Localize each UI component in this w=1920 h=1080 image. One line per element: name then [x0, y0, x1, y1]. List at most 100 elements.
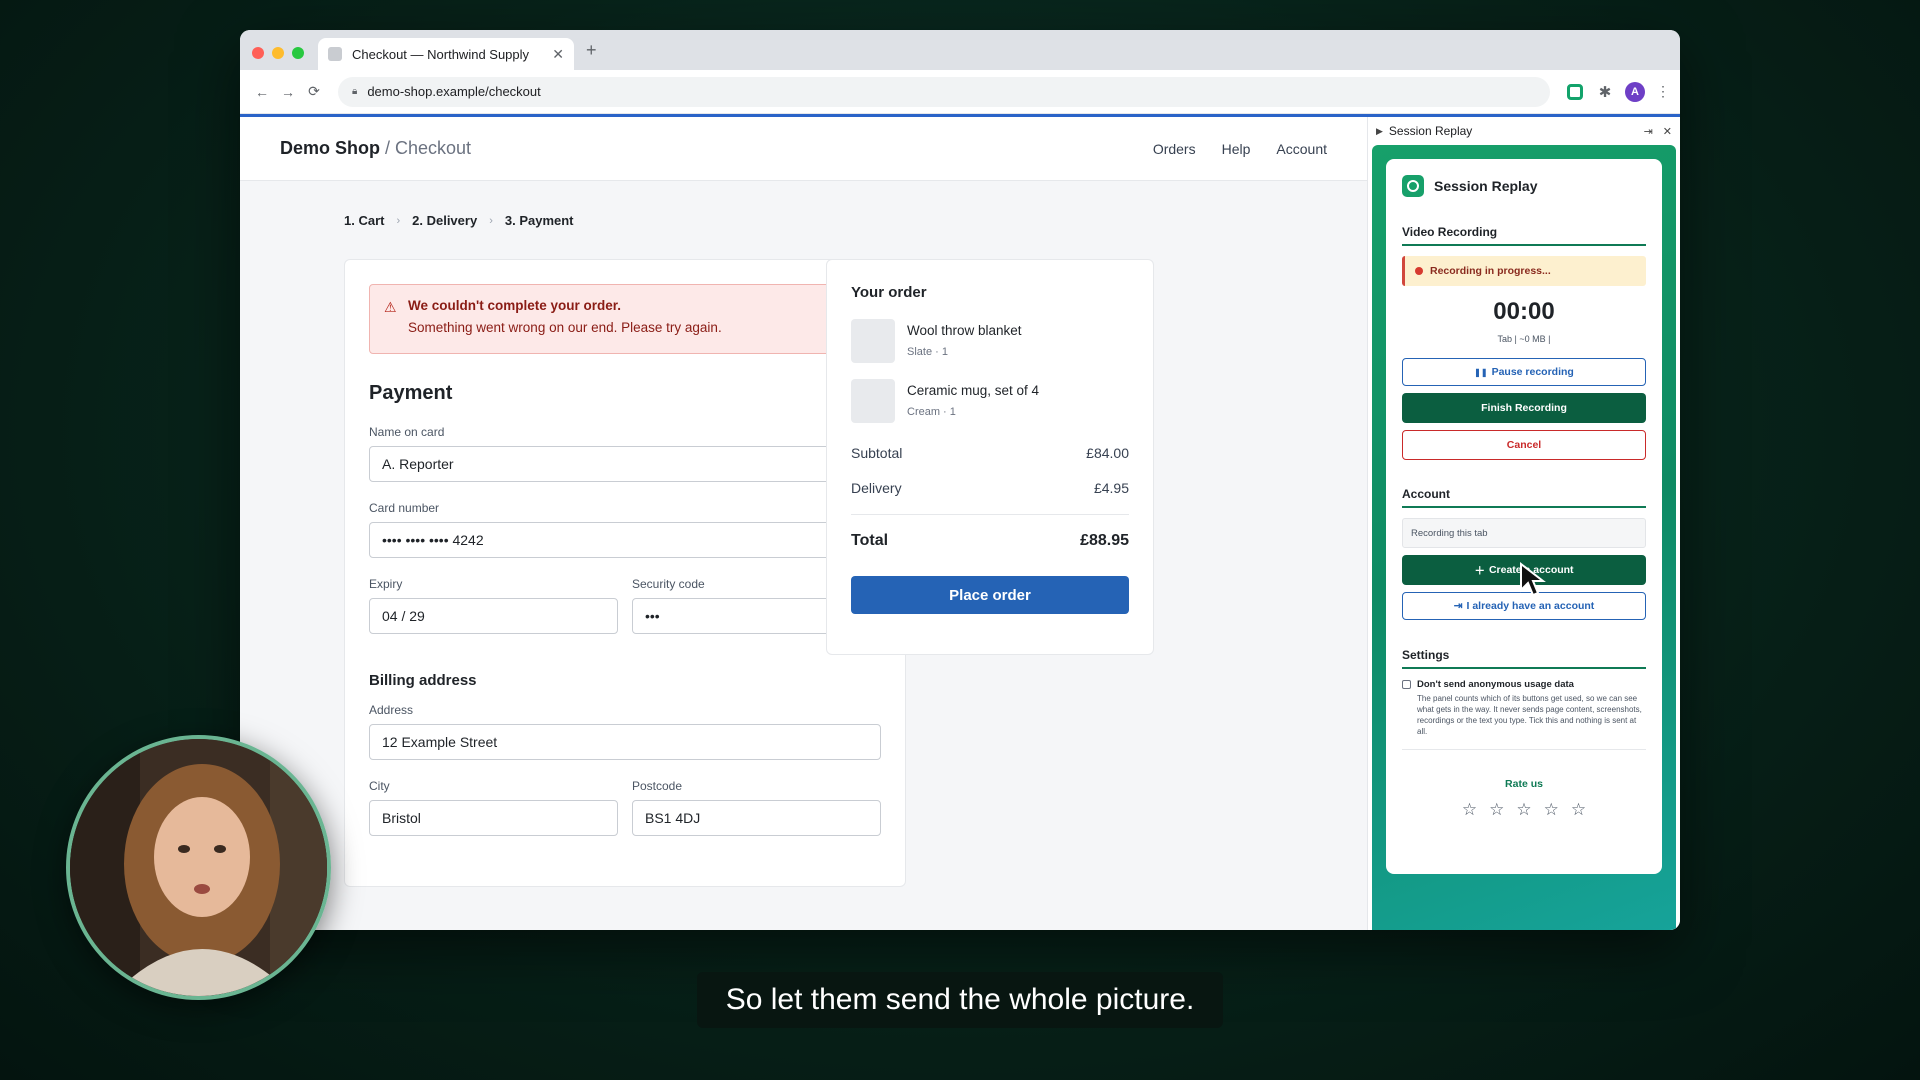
brand-name: Demo Shop — [280, 138, 381, 158]
postcode-label: Postcode — [632, 779, 683, 793]
session-replay-logo-icon — [1402, 175, 1424, 197]
sr-header: Session Replay — [1402, 175, 1646, 197]
nav-orders[interactable]: Orders — [1153, 141, 1196, 157]
total-value: £88.95 — [1080, 532, 1129, 549]
name-on-card-label: Name on card — [369, 425, 445, 439]
session-replay-extension-icon[interactable] — [1560, 77, 1590, 107]
star-icon[interactable]: ☆ — [1516, 800, 1531, 820]
nav-account[interactable]: Account — [1276, 141, 1327, 157]
delivery-row: Delivery £4.95 — [851, 480, 1129, 496]
warning-icon: ⚠ — [384, 299, 397, 315]
usage-data-setting: Don't send anonymous usage data The pane… — [1402, 679, 1646, 737]
delivery-value: £4.95 — [1093, 480, 1129, 496]
step-delivery[interactable]: 2. Delivery — [412, 213, 477, 228]
video-recording-heading: Video Recording — [1402, 225, 1646, 246]
checkout-steps: 1. Cart › 2. Delivery › 3. Payment — [344, 213, 574, 228]
rating-stars: ☆ ☆ ☆ ☆ ☆ — [1402, 800, 1646, 820]
pause-recording-button[interactable]: ❚❚ Pause recording — [1402, 358, 1646, 386]
settings-divider — [1402, 749, 1646, 750]
recording-dot-icon — [1415, 267, 1423, 275]
chevron-right-icon: › — [396, 214, 401, 227]
tab-title: Checkout — Northwind Supply — [352, 46, 530, 62]
pause-label: Pause recording — [1491, 366, 1574, 378]
usage-data-checkbox[interactable] — [1402, 680, 1411, 689]
browser-tab[interactable]: Checkout — Northwind Supply ✕ — [318, 38, 574, 70]
name-on-card-input[interactable]: A. Reporter — [369, 446, 881, 482]
item-name: Ceramic mug, set of 4 — [907, 383, 1040, 398]
address-bar[interactable]: 🔒︎ demo-shop.example/checkout — [338, 76, 1550, 107]
order-title: Your order — [851, 284, 927, 301]
new-tab-button[interactable]: + — [586, 40, 597, 61]
site-brand[interactable]: Demo Shop / Checkout — [280, 138, 471, 159]
expiry-input[interactable]: 04 / 29 — [369, 598, 618, 634]
place-order-button[interactable]: Place order — [851, 576, 1129, 614]
pause-icon: ❚❚ — [1474, 367, 1488, 377]
delivery-label: Delivery — [851, 480, 902, 496]
usage-data-title: Don't send anonymous usage data — [1417, 679, 1574, 690]
reload-icon[interactable]: ⟳ — [302, 83, 326, 100]
billing-heading: Billing address — [369, 672, 477, 689]
recording-timer: 00:00 — [1493, 298, 1555, 325]
expiry-label: Expiry — [369, 577, 403, 591]
cancel-recording-button[interactable]: Cancel — [1402, 430, 1646, 460]
lock-icon: 🔒︎ — [352, 86, 358, 97]
forward-icon[interactable]: → — [276, 84, 300, 100]
account-status-field: Recording this tab — [1402, 518, 1646, 548]
order-summary-card: Your order Wool throw blanket Slate · 1 … — [826, 259, 1154, 655]
star-icon[interactable]: ☆ — [1544, 800, 1559, 820]
rate-us-label: Rate us — [1505, 778, 1543, 790]
star-icon[interactable]: ☆ — [1571, 800, 1586, 820]
address-input[interactable]: 12 Example Street — [369, 724, 881, 760]
minimize-window-button[interactable] — [272, 47, 284, 59]
tab-bar: Checkout — Northwind Supply ✕ + — [240, 30, 1680, 70]
summary-divider — [851, 514, 1129, 515]
presenter-image — [70, 739, 327, 996]
card-number-label: Card number — [369, 501, 440, 515]
maximize-window-button[interactable] — [292, 47, 304, 59]
pin-icon[interactable]: ⇥ — [1644, 125, 1653, 138]
nav-help[interactable]: Help — [1222, 141, 1251, 157]
expand-triangle-icon[interactable]: ▶ — [1376, 126, 1383, 137]
finish-recording-button[interactable]: Finish Recording — [1402, 393, 1646, 423]
city-label: City — [369, 779, 390, 793]
error-alert: ⚠ We couldn't complete your order. Somet… — [369, 284, 881, 354]
site-nav: Orders Help Account — [1153, 141, 1327, 157]
alert-title: We couldn't complete your order. — [408, 298, 621, 313]
webcam-presenter-video — [66, 735, 331, 1000]
card-number-input[interactable]: •••• •••• •••• 4242 — [369, 522, 881, 558]
url-text: demo-shop.example/checkout — [367, 84, 541, 99]
back-icon[interactable]: ← — [250, 84, 274, 100]
item-thumbnail — [851, 379, 895, 423]
site-header: Demo Shop / Checkout Orders Help Account — [240, 117, 1367, 181]
plus-icon: ＋ — [1474, 564, 1485, 577]
close-panel-icon[interactable]: ✕ — [1663, 125, 1672, 138]
brand-crumb: / Checkout — [380, 138, 472, 158]
sr-title: Session Replay — [1434, 178, 1538, 194]
session-replay-side-panel: ▶ Session Replay ⇥ ✕ Session Replay Vide… — [1367, 117, 1680, 930]
favicon-icon — [328, 47, 342, 61]
total-row: Total £88.95 — [851, 532, 1129, 550]
account-heading: Account — [1402, 487, 1646, 508]
step-cart[interactable]: 1. Cart — [344, 213, 384, 228]
step-payment[interactable]: 3. Payment — [505, 213, 574, 228]
browser-menu-icon[interactable]: ⋮ — [1656, 83, 1670, 100]
subtotal-value: £84.00 — [1086, 445, 1129, 461]
side-panel-title: Session Replay — [1388, 124, 1473, 138]
item-thumbnail — [851, 319, 895, 363]
close-window-button[interactable] — [252, 47, 264, 59]
item-name: Wool throw blanket — [907, 323, 1022, 338]
star-icon[interactable]: ☆ — [1489, 800, 1504, 820]
profile-avatar[interactable]: A — [1620, 77, 1650, 107]
city-input[interactable]: Bristol — [369, 800, 618, 836]
window-controls — [252, 47, 304, 59]
extensions-puzzle-icon[interactable]: ✱ — [1590, 77, 1620, 107]
tab-close-icon[interactable]: ✕ — [552, 46, 564, 63]
recording-meta: Tab | ~0 MB | — [1497, 334, 1551, 344]
postcode-input[interactable]: BS1 4DJ — [632, 800, 881, 836]
browser-toolbar: ← → ⟳ 🔒︎ demo-shop.example/checkout ✱ A … — [240, 70, 1680, 114]
star-icon[interactable]: ☆ — [1462, 800, 1477, 820]
side-panel-body: Session Replay Video Recording Recording… — [1372, 145, 1676, 930]
subtitle-caption: So let them send the whole picture. — [697, 972, 1223, 1028]
usage-data-description: The panel counts which of its buttons ge… — [1417, 694, 1642, 736]
alert-body: Something went wrong on our end. Please … — [408, 320, 722, 335]
